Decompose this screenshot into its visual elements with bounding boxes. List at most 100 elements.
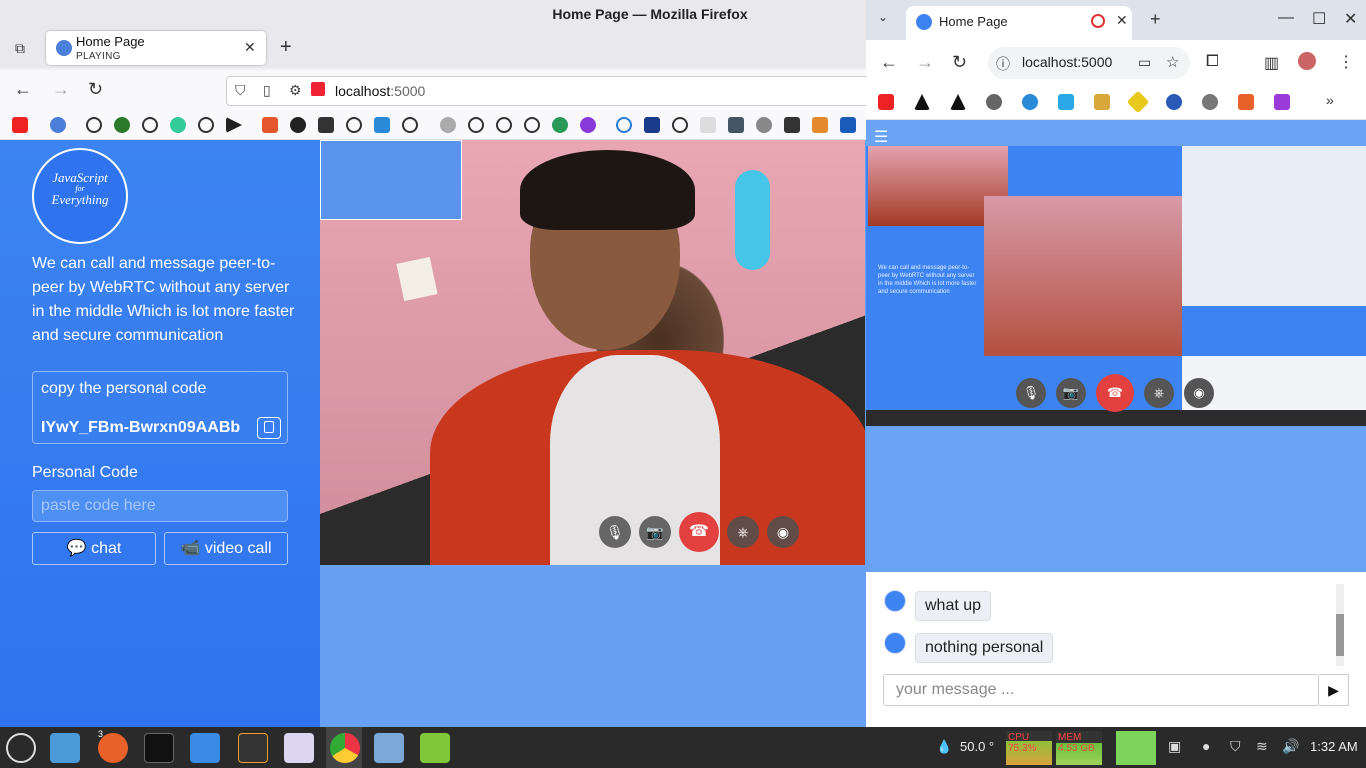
bookmark-icon[interactable] xyxy=(580,117,596,133)
wifi-icon[interactable]: ≋ xyxy=(1256,738,1268,755)
bookmark-icon[interactable] xyxy=(552,117,568,133)
bookmark-icon[interactable] xyxy=(950,94,966,110)
android-tray-icon[interactable]: ▣ xyxy=(1168,738,1181,755)
camera-toggle-icon[interactable]: 📷 xyxy=(639,516,671,548)
sublime-text-icon[interactable] xyxy=(238,733,268,763)
bookmark-star-icon[interactable]: ☆ xyxy=(1166,53,1179,71)
globe-bookmark-icon[interactable] xyxy=(468,117,484,133)
mint-menu-icon[interactable] xyxy=(6,733,36,763)
bookmark-icon[interactable] xyxy=(840,117,856,133)
send-button[interactable]: ▶ xyxy=(1319,674,1349,706)
extensions-icon[interactable]: ⧠ xyxy=(1206,53,1219,71)
mute-mic-icon[interactable]: 🎙 xyxy=(599,516,631,548)
network-monitor[interactable] xyxy=(1116,731,1156,765)
bookmark-icon[interactable] xyxy=(1094,94,1110,110)
bookmark-icon[interactable] xyxy=(50,117,66,133)
more-bookmarks-icon[interactable]: » xyxy=(1326,92,1334,108)
screen-share-icon[interactable]: ⎈ xyxy=(1144,378,1174,408)
mute-mic-icon[interactable]: 🎙 xyxy=(1016,378,1046,408)
bookmark-icon[interactable] xyxy=(728,117,744,133)
hamburger-menu-icon[interactable]: ☰ xyxy=(874,127,888,147)
bookmark-icon[interactable] xyxy=(440,117,456,133)
close-tab-icon[interactable]: ✕ xyxy=(244,39,256,56)
globe-bookmark-icon[interactable] xyxy=(402,117,418,133)
bookmark-icon[interactable] xyxy=(114,117,130,133)
chat-scrollbar-thumb[interactable] xyxy=(1336,614,1344,656)
tab-search-icon[interactable]: ⌄ xyxy=(878,10,888,24)
paste-code-input[interactable] xyxy=(32,490,288,522)
bookmark-icon[interactable] xyxy=(262,117,278,133)
globe-bookmark-icon[interactable] xyxy=(672,117,688,133)
forward-arrow-icon[interactable]: → xyxy=(52,79,70,100)
bookmark-icon[interactable] xyxy=(812,117,828,133)
video-call-button[interactable]: 📹 video call xyxy=(164,532,288,565)
finder-icon[interactable] xyxy=(190,733,220,763)
chrome-menu-icon[interactable]: ⋮ xyxy=(1338,52,1354,72)
bookmark-icon[interactable] xyxy=(1022,94,1038,110)
hang-up-icon[interactable]: ☎ xyxy=(679,512,719,552)
omnibox[interactable]: ⓘ localhost:5000 ▭ ☆ xyxy=(988,47,1190,79)
volume-icon[interactable]: 🔊 xyxy=(1282,738,1299,755)
forward-arrow-icon[interactable]: → xyxy=(916,52,934,73)
profile-avatar[interactable] xyxy=(1298,52,1316,70)
url-bar[interactable]: ⛉ ▯ ⚙ localhost:5000 xyxy=(226,76,876,106)
shield-icon[interactable]: ⛉ xyxy=(1230,738,1241,755)
back-arrow-icon[interactable]: ← xyxy=(880,52,898,73)
record-icon[interactable]: ◉ xyxy=(767,516,799,548)
message-input[interactable] xyxy=(883,674,1319,706)
search-bookmark-icon[interactable] xyxy=(346,117,362,133)
cpu-monitor[interactable]: CPU 75.3% xyxy=(1006,731,1052,765)
page-info-icon[interactable]: ▯ xyxy=(263,82,271,99)
globe-bookmark-icon[interactable] xyxy=(496,117,512,133)
close-window-icon[interactable]: ✕ xyxy=(1344,9,1357,29)
reload-icon[interactable]: ↻ xyxy=(88,79,103,100)
permissions-icon[interactable]: ⚙ xyxy=(289,82,302,99)
play-bookmark-icon[interactable] xyxy=(226,117,242,133)
globe-bookmark-icon[interactable] xyxy=(524,117,540,133)
speaker-icon[interactable] xyxy=(56,40,72,56)
maximize-icon[interactable]: ☐ xyxy=(1312,9,1326,29)
terminal-icon[interactable] xyxy=(144,733,174,763)
bookmark-icon[interactable] xyxy=(616,117,632,133)
new-tab-button[interactable]: + xyxy=(280,36,292,59)
bookmark-icon[interactable] xyxy=(170,117,186,133)
camera-in-use-icon[interactable]: ▭ xyxy=(1138,54,1151,71)
minimize-icon[interactable]: — xyxy=(1278,9,1294,27)
site-info-icon[interactable]: ⓘ xyxy=(996,54,1010,74)
list-all-tabs-icon[interactable]: ⧉ xyxy=(10,40,30,58)
bookmark-icon[interactable] xyxy=(1238,94,1254,110)
globe-bookmark-icon[interactable] xyxy=(142,117,158,133)
chat-scrollbar[interactable] xyxy=(1336,584,1344,666)
new-tab-button[interactable]: + xyxy=(1150,9,1161,30)
reload-icon[interactable]: ↻ xyxy=(952,52,967,73)
bookmark-icon[interactable] xyxy=(318,117,334,133)
bookmark-icon[interactable] xyxy=(700,117,716,133)
text-editor-icon[interactable] xyxy=(284,733,314,763)
back-arrow-icon[interactable]: ← xyxy=(14,79,32,100)
globe-bookmark-icon[interactable] xyxy=(986,94,1002,110)
youtube-bookmark-icon[interactable] xyxy=(878,94,894,110)
youtube-bookmark-icon[interactable] xyxy=(12,117,28,133)
bookmark-icon[interactable] xyxy=(1274,94,1290,110)
bulb-icon[interactable]: ● xyxy=(1202,738,1210,754)
files-icon[interactable] xyxy=(50,733,80,763)
clock[interactable]: 1:32 AM xyxy=(1310,739,1358,754)
copy-code-button[interactable] xyxy=(257,417,281,439)
bookmark-icon[interactable] xyxy=(784,117,800,133)
bookmark-icon[interactable] xyxy=(914,94,930,110)
record-icon[interactable]: ◉ xyxy=(1184,378,1214,408)
tab-home-page[interactable]: Home Page PLAYING ✕ xyxy=(46,31,266,65)
shield-icon[interactable]: ⛉ xyxy=(235,82,246,99)
bookmark-icon[interactable] xyxy=(756,117,772,133)
globe-bookmark-icon[interactable] xyxy=(86,117,102,133)
bookmark-icon[interactable] xyxy=(290,117,306,133)
bookmark-icon[interactable] xyxy=(1166,94,1182,110)
chrome-icon[interactable] xyxy=(330,733,360,763)
screen-share-icon[interactable]: ⎈ xyxy=(727,516,759,548)
camera-toggle-icon[interactable]: 📷 xyxy=(1056,378,1086,408)
chrome-tab-home-page[interactable]: Home Page ✕ xyxy=(906,6,1132,40)
close-tab-icon[interactable]: ✕ xyxy=(1116,12,1128,29)
bookmark-icon[interactable] xyxy=(1058,94,1074,110)
hang-up-icon[interactable]: ☎ xyxy=(1096,374,1134,412)
chat-button[interactable]: 💬 chat xyxy=(32,532,156,565)
